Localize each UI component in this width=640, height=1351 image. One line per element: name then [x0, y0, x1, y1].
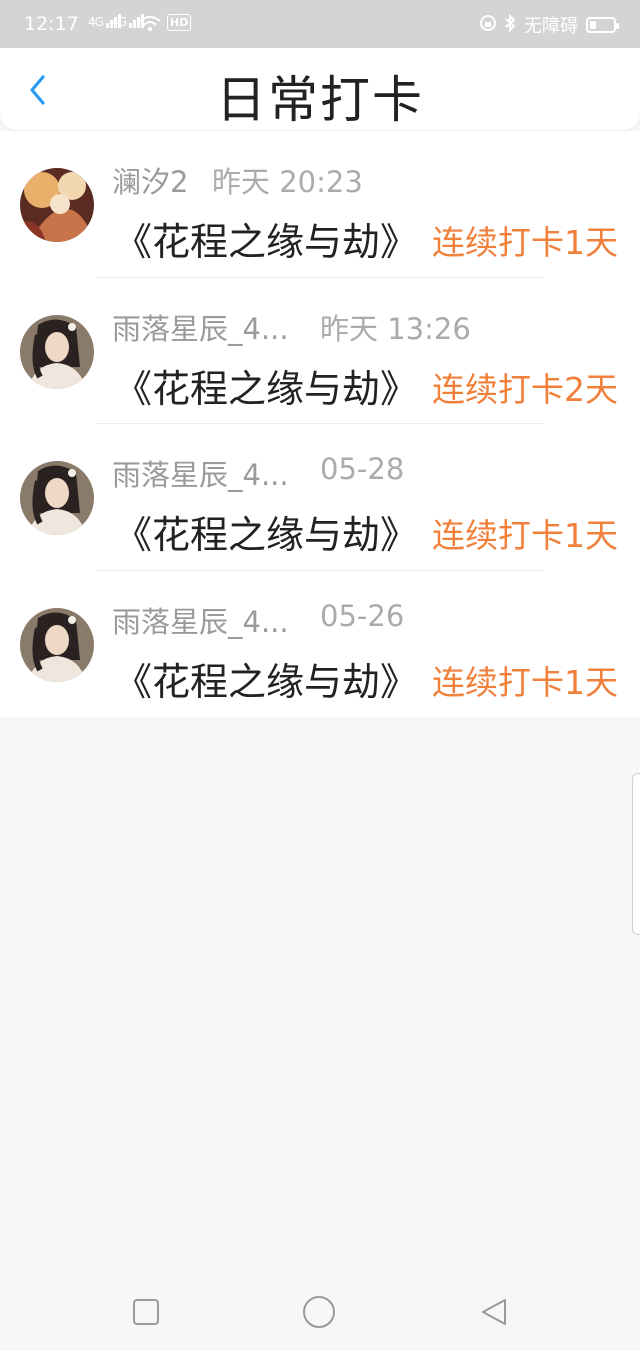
- wifi-icon: [139, 16, 161, 36]
- book-title[interactable]: 《花程之缘与劫》: [114, 358, 418, 413]
- bluetooth-icon: [504, 13, 516, 37]
- checkin-list: 澜汐2 昨天 20:23 《花程之缘与劫》 连续打卡1天 雨落星辰_4... 昨…: [0, 131, 640, 717]
- home-button[interactable]: [299, 1292, 339, 1332]
- page-header: 日常打卡: [0, 48, 640, 130]
- circle-icon: [303, 1296, 335, 1328]
- streak-label: 连续打卡1天: [432, 516, 618, 555]
- checkin-time: 昨天 13:26: [320, 311, 471, 346]
- user-name[interactable]: 雨落星辰_4...: [112, 452, 289, 494]
- list-item[interactable]: 雨落星辰_4... 昨天 13:26 《花程之缘与劫》 连续打卡2天: [0, 278, 640, 424]
- streak-label: 连续打卡2天: [432, 369, 618, 409]
- checkin-time: 05-26: [320, 598, 405, 633]
- back-nav-button[interactable]: [474, 1292, 514, 1332]
- streak-label: 连续打卡1天: [432, 662, 618, 702]
- status-bar: 12:17 4G 4G HD 无障碍: [0, 0, 640, 48]
- side-drawer-handle[interactable]: [632, 773, 640, 935]
- book-title[interactable]: 《花程之缘与劫》: [114, 504, 418, 559]
- battery-icon: [586, 17, 619, 33]
- accessibility-text: 无障碍: [524, 16, 578, 37]
- streak-label: 连续打卡1天: [432, 223, 618, 262]
- list-item[interactable]: 雨落星辰_4... 05-28 《花程之缘与劫》 连续打卡1天: [0, 424, 640, 571]
- triangle-back-icon: [482, 1299, 506, 1325]
- location-icon: [480, 14, 496, 36]
- avatar[interactable]: [20, 461, 94, 535]
- status-time: 12:17: [24, 13, 79, 35]
- avatar[interactable]: [20, 607, 94, 682]
- system-nav-bar: [0, 1270, 640, 1351]
- recents-button[interactable]: [126, 1292, 166, 1332]
- avatar[interactable]: [20, 168, 94, 242]
- checkin-time: 05-28: [320, 452, 405, 486]
- book-title[interactable]: 《花程之缘与劫》: [114, 651, 418, 706]
- user-name[interactable]: 雨落星辰_4...: [112, 306, 289, 348]
- hd-badge: HD: [167, 14, 192, 31]
- list-item[interactable]: 澜汐2 昨天 20:23 《花程之缘与劫》 连续打卡1天: [0, 131, 640, 278]
- user-name[interactable]: 澜汐2: [112, 159, 188, 201]
- checkin-time: 昨天 20:23: [212, 165, 363, 199]
- user-name[interactable]: 雨落星辰_4...: [112, 599, 289, 641]
- list-item[interactable]: 雨落星辰_4... 05-26 《花程之缘与劫》 连续打卡1天: [0, 571, 640, 718]
- avatar[interactable]: [20, 314, 94, 389]
- book-title[interactable]: 《花程之缘与劫》: [114, 211, 418, 266]
- square-icon: [133, 1299, 159, 1325]
- page-title: 日常打卡: [216, 71, 424, 129]
